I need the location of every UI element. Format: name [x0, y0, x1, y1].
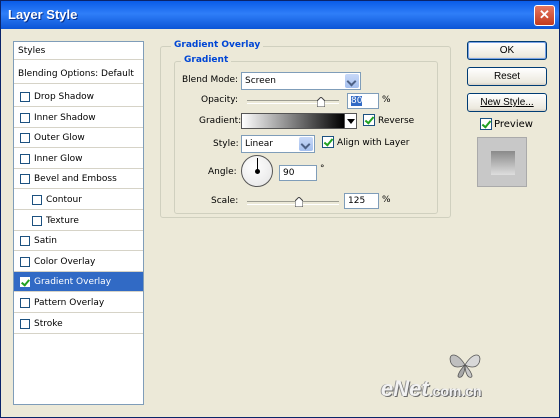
reverse-label: Reverse [378, 116, 415, 126]
style-item-checkbox[interactable] [20, 277, 30, 287]
chevron-down-icon [299, 137, 313, 151]
align-with-layer-checkbox[interactable] [322, 136, 334, 148]
title-bar[interactable]: Layer Style ✕ [1, 1, 559, 29]
style-item-checkbox[interactable] [20, 92, 30, 102]
style-item-bevel-and-emboss[interactable]: Bevel and Emboss [14, 169, 143, 189]
style-item-inner-shadow[interactable]: Inner Shadow [14, 108, 143, 128]
opacity-label: Opacity: [201, 95, 238, 105]
style-item-outer-glow[interactable]: Outer Glow [14, 128, 143, 148]
scale-slider-thumb[interactable] [295, 197, 303, 207]
styles-header-label: Styles [18, 46, 46, 56]
style-item-checkbox[interactable] [20, 133, 30, 143]
blending-options-label: Blending Options: Default [18, 69, 134, 79]
scale-label: Scale: [211, 196, 239, 206]
style-item-contour[interactable]: Contour [14, 190, 143, 210]
opacity-input[interactable]: 80 [347, 93, 379, 109]
blend-mode-label: Blend Mode: [182, 75, 239, 85]
style-item-label: Satin [34, 236, 57, 246]
style-item-checkbox[interactable] [32, 216, 42, 226]
scale-input[interactable]: 125 [344, 193, 379, 209]
gradient-label: Gradient: [199, 116, 242, 126]
style-select[interactable]: Linear [241, 135, 315, 153]
preview-swatch [491, 151, 515, 175]
style-item-checkbox[interactable] [20, 154, 30, 164]
style-item-label: Stroke [34, 319, 63, 329]
angle-label: Angle: [208, 167, 237, 177]
style-item-texture[interactable]: Texture [14, 211, 143, 231]
angle-input[interactable]: 90 [279, 165, 317, 181]
style-label: Style: [213, 139, 239, 149]
ok-button[interactable]: OK [467, 41, 547, 60]
watermark-tld: .com.cn [428, 383, 482, 399]
preview-label: Preview [494, 119, 533, 130]
scale-unit: % [382, 195, 391, 205]
style-item-satin[interactable]: Satin [14, 231, 143, 251]
styles-header[interactable]: Styles [14, 42, 143, 60]
style-item-drop-shadow[interactable]: Drop Shadow [14, 87, 143, 107]
style-item-checkbox[interactable] [20, 236, 30, 246]
opacity-slider-thumb[interactable] [317, 97, 325, 107]
scale-slider[interactable] [247, 201, 339, 205]
style-item-checkbox[interactable] [20, 113, 30, 123]
close-button[interactable]: ✕ [534, 5, 555, 26]
style-item-color-overlay[interactable]: Color Overlay [14, 252, 143, 272]
style-item-checkbox[interactable] [32, 195, 42, 205]
style-value: Linear [245, 139, 273, 149]
window-title: Layer Style [8, 7, 78, 22]
group-title: Gradient Overlay [171, 40, 264, 50]
style-item-label: Texture [46, 216, 79, 226]
angle-unit: ° [320, 164, 325, 174]
chevron-down-icon [345, 74, 359, 88]
reset-button[interactable]: Reset [467, 67, 547, 86]
new-style-button[interactable]: New Style... [467, 93, 547, 112]
style-item-checkbox[interactable] [20, 319, 30, 329]
style-item-label: Inner Shadow [34, 113, 96, 123]
gradient-preview[interactable] [241, 113, 345, 129]
preview-checkbox[interactable] [480, 118, 492, 130]
style-item-label: Outer Glow [34, 133, 85, 143]
style-item-label: Color Overlay [34, 257, 96, 267]
blend-mode-select[interactable]: Screen [241, 72, 361, 90]
style-item-label: Gradient Overlay [34, 277, 112, 287]
style-item-label: Inner Glow [34, 154, 83, 164]
styles-list: Styles Blending Options: Default Drop Sh… [13, 41, 144, 405]
watermark: eNet.com.cn [381, 376, 482, 402]
align-with-layer-label: Align with Layer [337, 138, 410, 148]
style-item-inner-glow[interactable]: Inner Glow [14, 149, 143, 169]
angle-dial[interactable] [241, 155, 273, 187]
blend-mode-value: Screen [245, 76, 276, 86]
reverse-checkbox[interactable] [363, 114, 375, 126]
style-item-pattern-overlay[interactable]: Pattern Overlay [14, 293, 143, 313]
style-item-checkbox[interactable] [20, 257, 30, 267]
close-icon: ✕ [539, 7, 550, 22]
style-item-checkbox[interactable] [20, 298, 30, 308]
style-item-label: Drop Shadow [34, 92, 95, 102]
style-item-checkbox[interactable] [20, 174, 30, 184]
style-item-gradient-overlay[interactable]: Gradient Overlay [14, 272, 143, 292]
subgroup-title: Gradient [181, 55, 232, 65]
style-item-label: Pattern Overlay [34, 298, 105, 308]
preview-thumbnail [477, 137, 527, 187]
style-item-label: Contour [46, 195, 82, 205]
layer-style-dialog: Layer Style ✕ Styles Blending Options: D… [0, 0, 560, 418]
blending-options-item[interactable]: Blending Options: Default [14, 65, 143, 84]
opacity-unit: % [382, 95, 391, 105]
opacity-slider[interactable] [247, 100, 339, 104]
style-item-label: Bevel and Emboss [34, 174, 117, 184]
gradient-picker-arrow[interactable] [345, 113, 357, 129]
new-style-label: New Style... [480, 97, 534, 108]
watermark-main: eNet [381, 376, 429, 401]
style-item-stroke[interactable]: Stroke [14, 314, 143, 334]
